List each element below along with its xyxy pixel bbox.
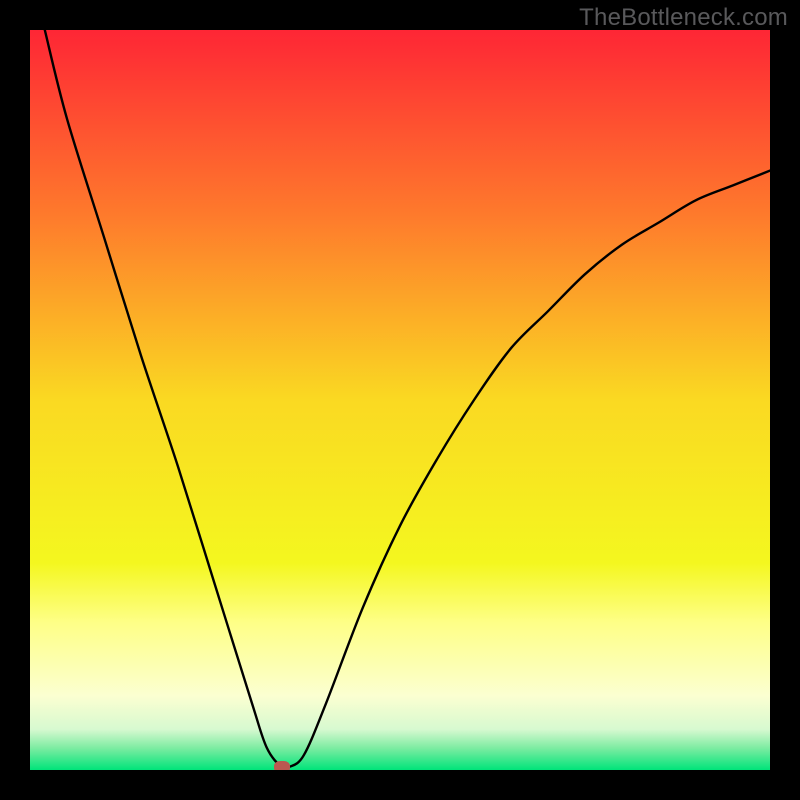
optimal-point-marker <box>274 761 290 770</box>
plot-area <box>30 30 770 770</box>
bottleneck-curve <box>30 30 770 770</box>
watermark-text: TheBottleneck.com <box>579 4 788 32</box>
